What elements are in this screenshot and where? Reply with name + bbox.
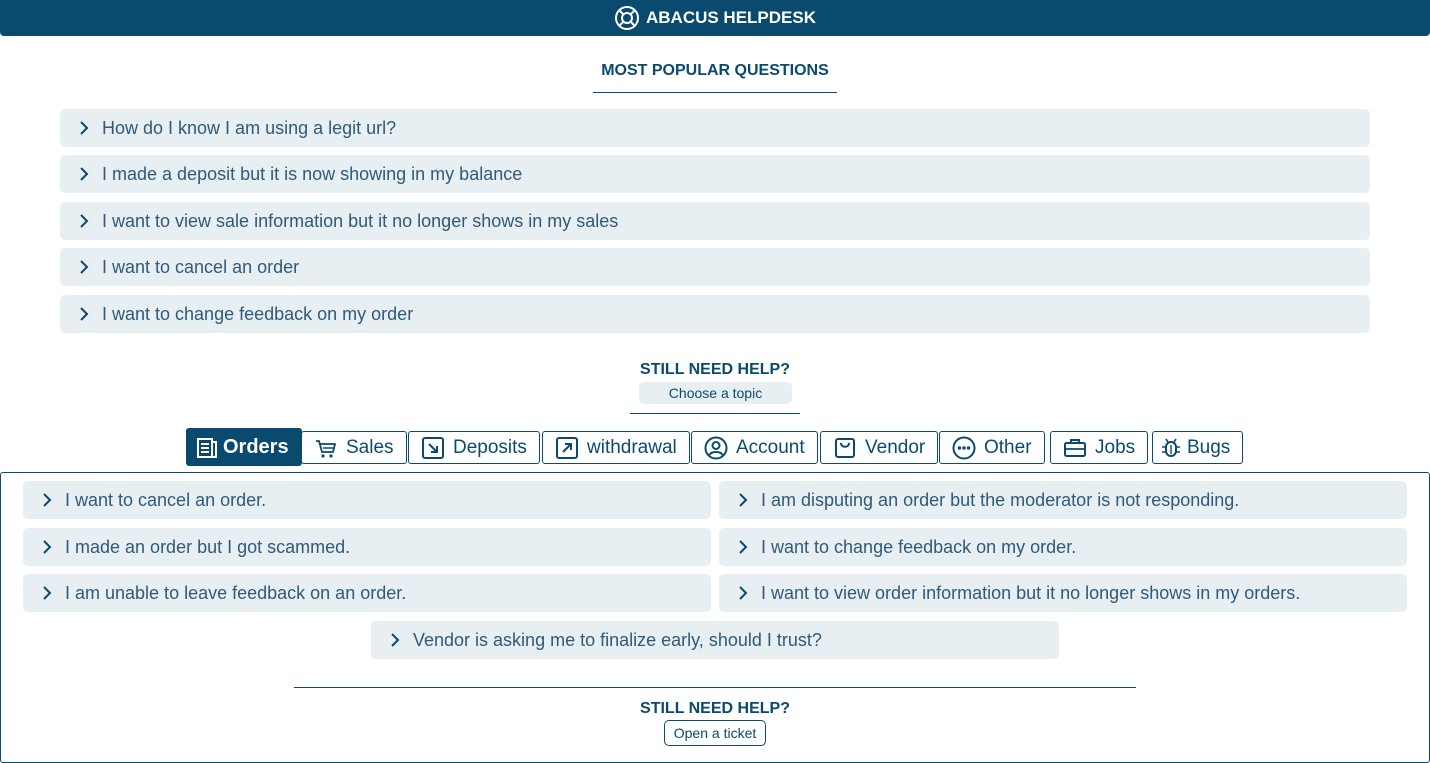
divider xyxy=(630,413,800,414)
popular-question-item[interactable]: I want to cancel an order xyxy=(60,248,1370,286)
bag-icon xyxy=(835,437,855,458)
popular-question-item[interactable]: I made a deposit but it is now showing i… xyxy=(60,155,1370,193)
tab-sales[interactable]: Sales xyxy=(301,431,407,464)
tab-label: withdrawal xyxy=(587,436,677,458)
choose-topic-label: Choose a topic xyxy=(639,382,792,404)
chevron-right-icon xyxy=(80,121,89,135)
tab-label: Deposits xyxy=(453,436,527,458)
chevron-right-icon xyxy=(739,540,748,554)
tab-label: Bugs xyxy=(1187,436,1231,458)
bug-icon xyxy=(1162,438,1180,457)
header-bar: ABACUS HELPDESK xyxy=(0,0,1430,36)
chevron-right-icon xyxy=(43,586,52,600)
question-text: How do I know I am using a legit url? xyxy=(102,117,397,138)
tab-label: Sales xyxy=(346,436,394,458)
tab-vendor[interactable]: Vendor xyxy=(820,431,939,464)
tab-label: Orders xyxy=(223,435,289,458)
chevron-right-icon xyxy=(80,260,89,274)
popular-question-item[interactable]: I want to view sale information but it n… xyxy=(60,202,1370,240)
question-text: I made a deposit but it is now showing i… xyxy=(102,163,523,184)
tab-withdrawal[interactable]: withdrawal xyxy=(542,431,690,464)
tab-other[interactable]: Other xyxy=(939,431,1045,464)
question-text: I want to view sale information but it n… xyxy=(102,210,619,231)
question-text: I want to change feedback on my order xyxy=(102,303,414,324)
question-text: I made an order but I got scammed. xyxy=(65,536,351,557)
orders-question-item[interactable]: I made an order but I got scammed. xyxy=(23,528,711,566)
orders-question-item[interactable]: I want to cancel an order. xyxy=(23,481,711,519)
lifebuoy-icon xyxy=(614,6,639,30)
still-need-help-heading: STILL NEED HELP? xyxy=(640,361,790,378)
popular-questions-title: MOST POPULAR QUESTIONS xyxy=(0,62,1430,93)
question-text: I want to cancel an order. xyxy=(65,489,267,510)
chevron-right-icon xyxy=(739,586,748,600)
chevron-right-icon xyxy=(80,214,89,228)
orders-question-item[interactable]: I want to view order information but it … xyxy=(719,574,1407,612)
open-ticket-button[interactable]: Open a ticket xyxy=(664,720,766,746)
question-text: I am disputing an order but the moderato… xyxy=(761,489,1240,510)
tab-deposits[interactable]: Deposits xyxy=(408,431,540,464)
question-text: I want to change feedback on my order. xyxy=(761,536,1077,557)
still-need-help-footer: STILL NEED HELP? xyxy=(640,700,790,717)
arrow-down-right-icon xyxy=(422,436,444,459)
user-circle-icon xyxy=(704,436,728,459)
chevron-right-icon xyxy=(80,167,89,181)
document-icon xyxy=(197,438,217,458)
tab-label: Jobs xyxy=(1095,436,1136,458)
chevron-right-icon xyxy=(391,633,400,647)
cart-icon xyxy=(316,439,336,458)
divider xyxy=(294,687,1136,688)
briefcase-icon xyxy=(1064,438,1086,457)
tab-bugs[interactable]: Bugs xyxy=(1152,431,1244,464)
popular-question-item[interactable]: How do I know I am using a legit url? xyxy=(60,109,1370,147)
chevron-right-icon xyxy=(80,307,89,321)
tab-account[interactable]: Account xyxy=(691,431,818,464)
orders-question-item[interactable]: Vendor is asking me to finalize early, s… xyxy=(371,621,1059,659)
tab-jobs[interactable]: Jobs xyxy=(1050,431,1149,464)
tab-label: Vendor xyxy=(865,436,926,458)
tab-orders[interactable]: Orders xyxy=(186,428,302,466)
question-text: Vendor is asking me to finalize early, s… xyxy=(413,629,822,650)
orders-question-item[interactable]: I want to change feedback on my order. xyxy=(719,528,1407,566)
popular-question-item[interactable]: I want to change feedback on my order xyxy=(60,295,1370,333)
chevron-right-icon xyxy=(43,540,52,554)
orders-question-item[interactable]: I am disputing an order but the moderato… xyxy=(719,481,1407,519)
chevron-right-icon xyxy=(739,493,748,507)
tab-label: Other xyxy=(984,436,1032,458)
dots-circle-icon xyxy=(952,436,976,459)
arrow-up-right-icon xyxy=(556,436,578,459)
chevron-right-icon xyxy=(43,493,52,507)
question-text: I want to cancel an order xyxy=(102,256,300,277)
tab-label: Account xyxy=(736,436,805,458)
app-title: ABACUS HELPDESK xyxy=(645,8,817,27)
question-text: I am unable to leave feedback on an orde… xyxy=(65,582,407,603)
orders-question-item[interactable]: I am unable to leave feedback on an orde… xyxy=(23,574,711,612)
question-text: I want to view order information but it … xyxy=(761,582,1301,603)
